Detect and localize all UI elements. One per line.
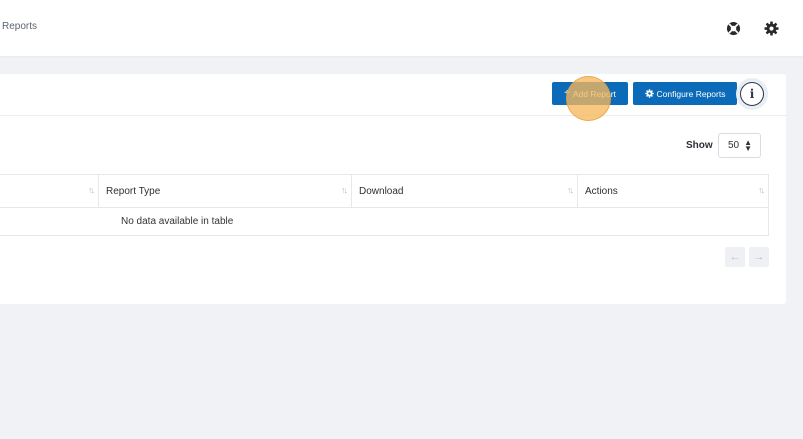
page-size-select[interactable]: 50 ▲ ▼ xyxy=(718,133,761,158)
column-header-first[interactable]: ↑↓ xyxy=(0,175,99,207)
info-button[interactable]: i xyxy=(740,82,764,106)
sort-icon: ↑↓ xyxy=(567,185,574,195)
select-caret-icon: ▲ ▼ xyxy=(744,138,752,153)
column-header-label: Download xyxy=(359,185,404,197)
card-header: + Add Report Configure Reports i xyxy=(0,74,786,116)
next-page-button[interactable]: → xyxy=(749,247,769,267)
sort-icon: ↑↓ xyxy=(341,185,348,195)
support-icon[interactable] xyxy=(724,19,742,37)
column-header-download[interactable]: Download ↑↓ xyxy=(352,175,578,207)
top-header-bar: Reports xyxy=(0,0,803,56)
column-header-report-type[interactable]: Report Type ↑↓ xyxy=(99,175,352,207)
configure-reports-button[interactable]: Configure Reports xyxy=(633,82,737,105)
empty-table-message: No data available in table xyxy=(121,216,234,227)
breadcrumb[interactable]: Reports xyxy=(2,21,37,32)
column-header-label: Report Type xyxy=(106,185,161,197)
column-header-actions[interactable]: Actions ↑↓ xyxy=(578,175,768,207)
page-size-value: 50 xyxy=(728,140,740,151)
reports-table: ↑↓ Report Type ↑↓ Download ↑↓ Actions ↑↓… xyxy=(0,174,769,236)
sort-icon: ↑↓ xyxy=(88,185,95,195)
add-report-button[interactable]: + Add Report xyxy=(552,82,628,105)
previous-page-button[interactable]: ← xyxy=(725,247,745,267)
table-header-divider xyxy=(0,207,768,208)
add-report-label: Add Report xyxy=(572,88,616,99)
sort-icon: ↑↓ xyxy=(758,185,765,195)
cog-icon xyxy=(644,89,654,98)
settings-gear-icon[interactable] xyxy=(762,19,780,37)
configure-reports-label: Configure Reports xyxy=(656,88,726,99)
show-entries-label: Show xyxy=(686,140,713,151)
plus-icon: + xyxy=(564,87,570,99)
column-header-label: Actions xyxy=(585,185,618,197)
